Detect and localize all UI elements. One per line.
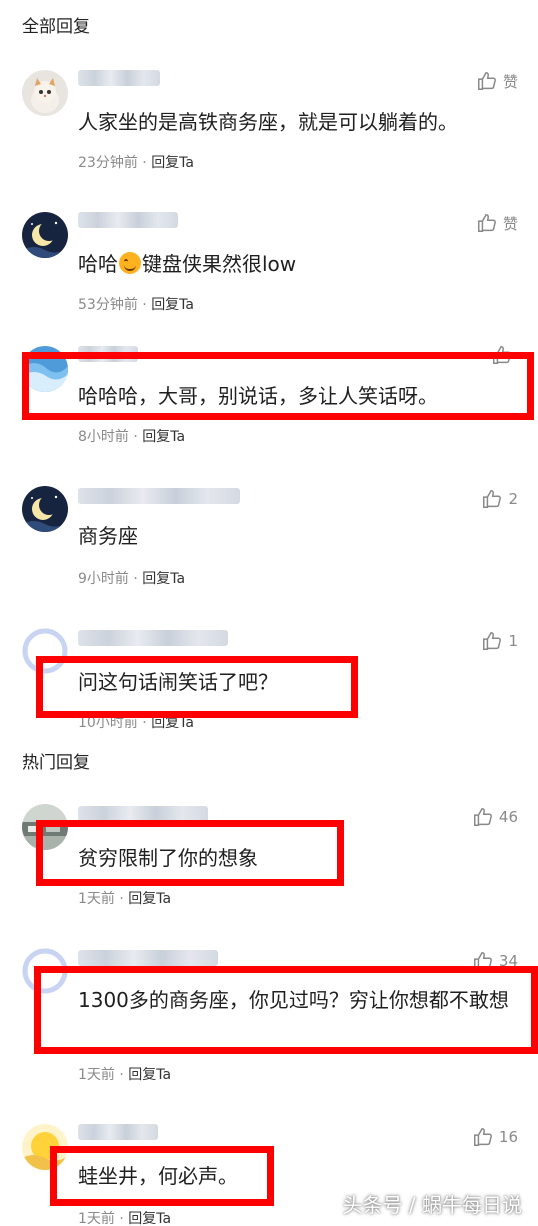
reply-link[interactable]: 回复Ta [142,429,185,445]
comment-text: 商务座 [78,524,138,548]
thumbs-up-icon [483,490,502,508]
thumbs-up-icon [478,214,496,232]
comment-meta: 1天前 · 回复Ta [78,1067,172,1083]
reply-link[interactable]: 回复Ta [128,1067,171,1083]
like-count: 2 [508,490,518,508]
comment-text: 人家坐的是高铁商务座，就是可以躺着的。 [78,110,458,134]
comment-text-before: 哈哈 [78,252,118,276]
like-count: 1 [508,632,518,650]
reply-link[interactable]: 回复Ta [128,891,171,907]
watermark: 头条号 / 蜗牛每日说 [342,1193,522,1217]
comment-time: 53分钟前 [78,297,138,313]
comment-text: 问这句话闹笑话了吧？ [78,670,278,694]
reply-link[interactable]: 回复Ta [142,571,185,587]
default-avatar[interactable] [22,948,68,994]
reply-link[interactable]: 回复Ta [128,1211,171,1226]
like-count: 16 [498,1128,518,1146]
like-count: 46 [498,808,518,826]
comment-meta: 1天前 · 回复Ta [78,1211,172,1226]
comment-time: 1天前 [78,1067,115,1083]
photo-avatar[interactable] [22,804,68,850]
comment-text: 哈哈 键盘侠果然很low [78,248,296,280]
comment-time: 9小时前 [78,571,129,587]
comment-meta: 1天前 · 回复Ta [78,891,172,907]
like-button[interactable]: 赞 [476,212,518,234]
smile-emoji-icon [119,252,141,274]
thumbs-up-icon [473,952,492,970]
like-button[interactable]: 46 [472,806,518,828]
username-blurred[interactable] [78,488,240,504]
comment-meta: 9小时前 · 回复Ta [78,571,186,587]
comment-meta: 53分钟前 · 回复Ta [78,297,195,313]
like-button[interactable] [491,344,518,366]
comment-text: 蛙坐井，何必声。 [78,1164,238,1188]
comment-time: 10小时前 [78,715,138,731]
username-blurred[interactable] [78,70,160,86]
reply-link[interactable]: 回复Ta [151,297,194,313]
thumbs-up-icon [493,346,511,364]
comment-time: 23分钟前 [78,155,138,171]
comment-time: 8小时前 [78,429,129,445]
username-blurred[interactable] [78,950,218,966]
like-button[interactable]: 2 [481,488,518,510]
like-count: 34 [498,952,518,970]
like-button[interactable]: 赞 [476,70,518,92]
like-button[interactable]: 34 [472,950,518,972]
username-blurred[interactable] [78,806,208,822]
cat-avatar[interactable] [22,70,68,116]
thumbs-up-icon [473,808,492,826]
username-blurred[interactable] [78,630,228,646]
comment-text: 贫穷限制了你的想象 [78,846,258,870]
hot-replies-title: 热门回复 [22,753,90,773]
thumbs-up-icon [478,72,496,90]
moon-avatar[interactable] [22,486,68,532]
default-avatar[interactable] [22,628,68,674]
all-replies-title: 全部回复 [22,17,90,37]
like-count: 赞 [502,214,518,233]
moon-avatar[interactable] [22,212,68,258]
like-button[interactable]: 1 [481,630,518,652]
username-blurred[interactable] [78,1124,158,1140]
thumbs-up-icon [473,1128,492,1146]
comment-text: 哈哈哈，大哥，别说话，多让人笑话呀。 [78,384,438,408]
username-blurred[interactable] [78,346,138,362]
like-count: 赞 [502,72,518,91]
like-button[interactable]: 16 [472,1126,518,1148]
comment-time: 1天前 [78,1211,115,1226]
comment-time: 1天前 [78,891,115,907]
reply-link[interactable]: 回复Ta [151,155,194,171]
reply-link[interactable]: 回复Ta [151,715,194,731]
wave-avatar[interactable] [22,346,68,392]
thumbs-up-icon [483,632,502,650]
comment-meta: 10小时前 · 回复Ta [78,715,195,731]
username-blurred[interactable] [78,212,178,228]
comment-text: 1300多的商务座，你见过吗？穷让你想都不敢想 [78,988,509,1012]
comment-meta: 8小时前 · 回复Ta [78,429,186,445]
comment-meta: 23分钟前 · 回复Ta [78,155,195,171]
comment-text-after: 键盘侠果然很low [142,252,297,276]
sun-avatar[interactable] [22,1124,68,1170]
